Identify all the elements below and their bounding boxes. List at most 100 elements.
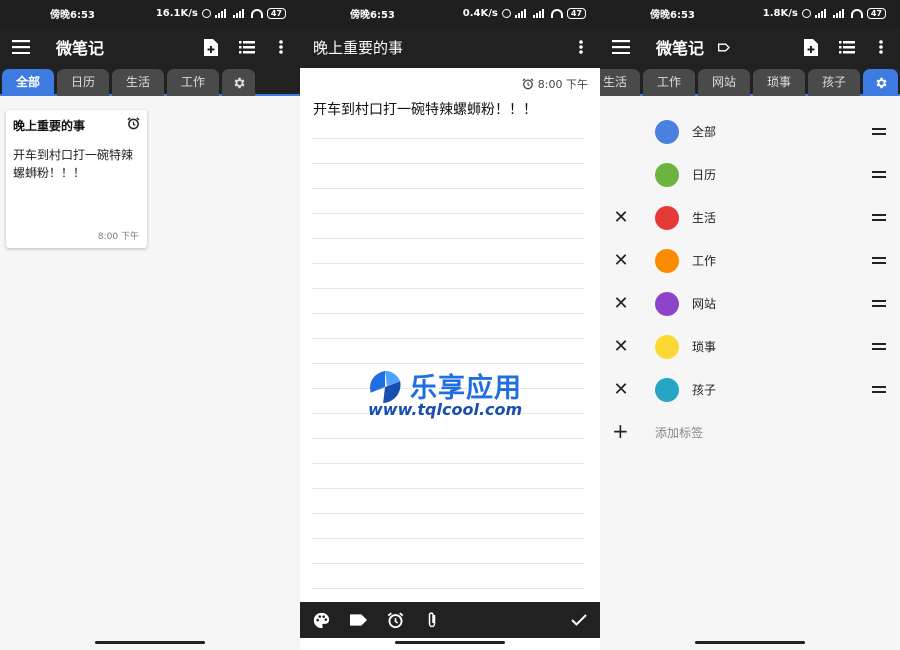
watermark-url: www.tqlcool.com [368,400,523,419]
more-options-icon[interactable] [866,32,896,62]
signal-icon [232,8,247,18]
gesture-bar [695,641,805,644]
drag-handle-icon[interactable] [872,214,886,221]
delete-tag-icon[interactable]: ✕ [612,251,630,270]
note-time: 8:00 下午 [97,232,139,242]
tag-name[interactable]: 孩子 [692,381,716,398]
tag-tabs: 全部 日历 生活 工作 [0,68,300,96]
editor-toolbar [300,602,600,638]
app-bar: 微笔记 [600,26,900,68]
drag-handle-icon[interactable] [872,171,886,178]
tag-row-work: ✕ 工作 [600,239,900,282]
alarm-icon [127,117,140,130]
tag-row-website: ✕ 网站 [600,282,900,325]
drag-handle-icon[interactable] [872,343,886,350]
delete-tag-icon[interactable]: ✕ [612,337,630,356]
delete-tag-icon[interactable]: ✕ [612,294,630,313]
tag-name[interactable]: 网站 [692,295,716,312]
new-note-icon[interactable] [196,32,226,62]
menu-icon[interactable] [606,32,636,62]
list-view-icon[interactable] [832,32,862,62]
gesture-bar [395,641,505,644]
signal-icon [532,8,547,18]
network-speed: 16.1K/s [155,7,198,19]
delete-tag-icon[interactable]: ✕ [612,208,630,227]
drag-handle-icon[interactable] [872,257,886,264]
tab-calendar[interactable]: 日历 [57,69,109,96]
alarm-status-icon [501,8,511,18]
tag-name[interactable]: 生活 [692,209,716,226]
status-time: 傍晚6:53 [50,9,95,21]
tag-row-all: 全部 [600,110,900,153]
app-bar: 微笔记 [0,26,300,68]
status-bar: 傍晚6:53 0.4K/s 47 [300,0,600,26]
tag-color-dot[interactable] [655,205,679,230]
note-editor-screen: 傍晚6:53 0.4K/s 47 晚上重要的事 8:00 下午 开车到村口打一碗… [300,0,600,650]
note-title: 晚上重要的事 [13,119,86,133]
add-icon[interactable]: + [612,421,629,441]
new-note-icon[interactable] [796,32,826,62]
label-icon[interactable] [343,605,373,635]
wifi-icon [850,8,863,18]
tag-name[interactable]: 全部 [692,123,716,140]
tag-management-screen: 傍晚6:53 1.8K/s 47 微笔记 生活 工作 网站 琐事 孩子 全部 日… [600,0,900,650]
tab-life[interactable]: 生活 [112,69,164,96]
tab-all[interactable]: 全部 [2,69,54,96]
network-speed: 0.4K/s [462,7,498,19]
list-view-icon[interactable] [232,32,262,62]
watermark: 乐享应用 www.tqlcool.com [366,366,538,422]
tab-settings[interactable] [222,69,255,96]
wifi-icon [550,8,563,18]
note-editor[interactable]: 8:00 下午 开车到村口打一碗特辣螺蛳粉！！！ 乐享应用 www.tqlcoo… [300,68,600,602]
ruled-lines [312,114,584,594]
tag-color-dot[interactable] [655,334,679,359]
signal-icon [814,8,829,18]
alarm-icon [522,78,534,90]
tag-name[interactable]: 琐事 [692,338,716,355]
alarm-icon[interactable] [380,605,410,635]
status-time: 傍晚6:53 [350,9,395,21]
reminder-time[interactable]: 8:00 下午 [522,76,588,92]
tag-color-dot[interactable] [655,291,679,316]
note-body: 开车到村口打一碗特辣螺蛳粉！！！ [13,148,134,180]
tag-name[interactable]: 工作 [692,252,716,269]
tag-color-dot[interactable] [655,162,679,187]
add-tag-button[interactable]: 添加标签 [655,424,703,441]
status-bar: 傍晚6:53 1.8K/s 47 [600,0,900,26]
app-bar: 晚上重要的事 [300,26,600,68]
tag-color-dot[interactable] [655,377,679,402]
tab-website[interactable]: 网站 [698,69,750,96]
more-options-icon[interactable] [266,32,296,62]
menu-icon[interactable] [6,32,36,62]
attachment-icon[interactable] [417,605,447,635]
tab-kids[interactable]: 孩子 [808,69,860,96]
tag-tabs: 生活 工作 网站 琐事 孩子 [600,68,900,96]
editor-title[interactable]: 晚上重要的事 [313,37,403,58]
tab-settings[interactable] [863,69,898,96]
tag-row-kids: ✕ 孩子 [600,368,900,411]
delete-tag-icon[interactable]: ✕ [612,380,630,399]
status-time: 傍晚6:53 [650,9,695,21]
tag-color-dot[interactable] [655,248,679,273]
app-title: 微笔记 [656,39,705,58]
status-bar: 傍晚6:53 16.1K/s 47 [0,0,300,26]
signal-icon [214,8,229,18]
more-options-icon[interactable] [566,32,596,62]
alarm-status-icon [201,8,211,18]
tab-work[interactable]: 工作 [643,69,695,96]
check-icon[interactable] [564,605,594,635]
tab-work[interactable]: 工作 [167,69,219,96]
tag-row-calendar: 日历 [600,153,900,196]
tag-color-dot[interactable] [655,119,679,144]
tag-row-life: ✕ 生活 [600,196,900,239]
drag-handle-icon[interactable] [872,128,886,135]
note-content-text[interactable]: 开车到村口打一碗特辣螺蛳粉！！！ [313,99,537,119]
battery-icon: 47 [866,7,886,19]
drag-handle-icon[interactable] [872,386,886,393]
drag-handle-icon[interactable] [872,300,886,307]
tag-name[interactable]: 日历 [692,166,716,183]
palette-icon[interactable] [306,605,336,635]
tab-chores[interactable]: 琐事 [753,69,805,96]
note-card[interactable]: 晚上重要的事 开车到村口打一碗特辣螺蛳粉！！！ 8:00 下午 [6,110,147,248]
tab-life[interactable]: 生活 [600,69,640,96]
